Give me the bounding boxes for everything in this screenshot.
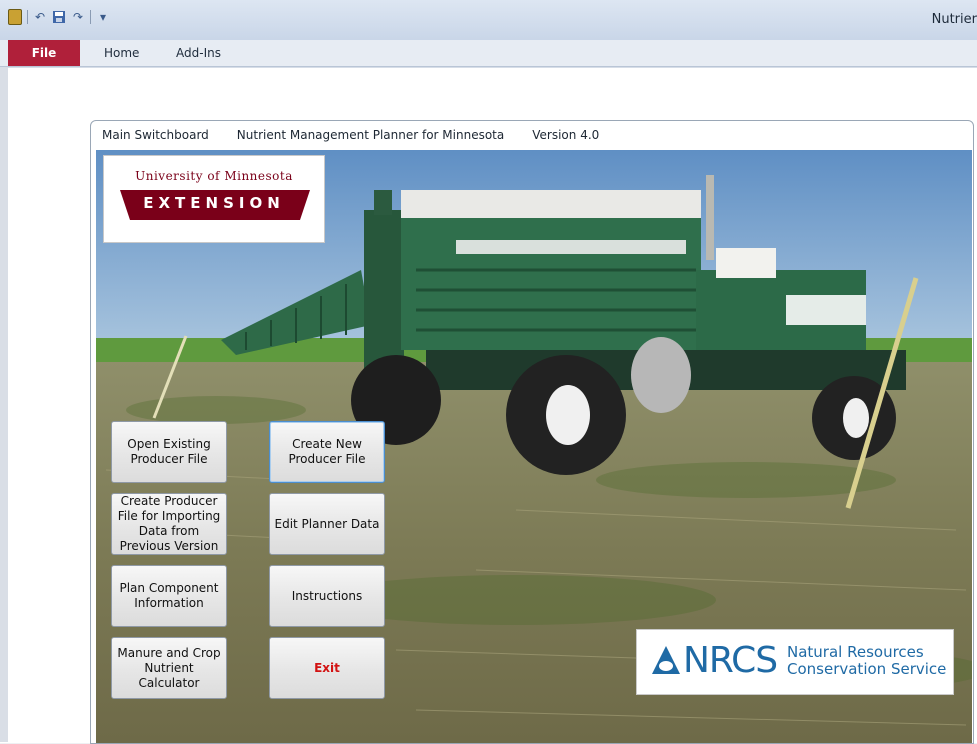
- nrcs-logo: NRCS Natural Resources Conservation Serv…: [636, 629, 954, 695]
- create-producer-file-import-button[interactable]: Create Producer File for Importing Data …: [111, 493, 227, 555]
- customize-qat-icon[interactable]: ▾: [96, 10, 110, 24]
- title-bar: ↶ ↷ ▾ Nutrier: [0, 0, 977, 40]
- save-icon[interactable]: [52, 10, 66, 24]
- umn-logo-title: University of Minnesota: [135, 169, 293, 183]
- manure-crop-calculator-button[interactable]: Manure and Crop Nutrient Calculator: [111, 637, 227, 699]
- ribbon-tabs: File Home Add-Ins: [0, 40, 977, 67]
- exit-button[interactable]: Exit: [269, 637, 385, 699]
- main-switchboard-form: Main Switchboard Nutrient Management Pla…: [90, 120, 974, 744]
- form-caption-app-name: Nutrient Management Planner for Minnesot…: [236, 128, 505, 142]
- undo-icon[interactable]: ↶: [33, 10, 47, 24]
- instructions-button[interactable]: Instructions: [269, 565, 385, 627]
- nrcs-abbreviation: NRCS: [683, 640, 778, 681]
- create-new-producer-file-button[interactable]: Create New Producer File: [269, 421, 385, 483]
- window-title: Nutrier: [931, 12, 977, 27]
- umn-extension-logo: University of Minnesota EXTENSION: [103, 155, 325, 243]
- form-caption-version: Version 4.0: [532, 128, 600, 142]
- nrcs-line-1: Natural Resources: [787, 643, 924, 661]
- redo-icon[interactable]: ↷: [71, 10, 85, 24]
- navigation-strip: [0, 67, 8, 742]
- background-photo: University of Minnesota EXTENSION Open E…: [96, 150, 972, 743]
- umn-logo-extension: EXTENSION: [143, 194, 285, 212]
- form-caption: Main Switchboard Nutrient Management Pla…: [91, 121, 977, 149]
- qat-separator: [90, 10, 91, 24]
- nrcs-drop-icon: [652, 646, 680, 674]
- quick-access-toolbar: ↶ ↷ ▾: [8, 9, 110, 25]
- app-icon[interactable]: [8, 9, 22, 25]
- plan-component-information-button[interactable]: Plan Component Information: [111, 565, 227, 627]
- form-caption-title: Main Switchboard: [102, 128, 209, 142]
- nrcs-line-2: Conservation Service: [787, 660, 947, 678]
- open-existing-producer-file-button[interactable]: Open Existing Producer File: [111, 421, 227, 483]
- tab-add-ins[interactable]: Add-Ins: [176, 40, 221, 66]
- tab-file[interactable]: File: [8, 40, 80, 66]
- tab-home[interactable]: Home: [104, 40, 139, 66]
- edit-planner-data-button[interactable]: Edit Planner Data: [269, 493, 385, 555]
- nrcs-full-name: Natural Resources Conservation Service: [787, 644, 946, 678]
- qat-separator: [27, 10, 28, 24]
